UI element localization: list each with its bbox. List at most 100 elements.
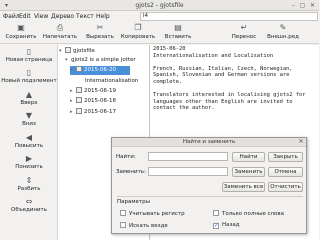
menu-text[interactable]: Текст [76, 13, 94, 20]
move-up-label: Вверх [20, 100, 38, 106]
toolbar: ▣ Сохранить ⎙ Напечатать ✂ Вырезать ❐ Ко… [0, 22, 319, 44]
tree-node[interactable]: ▸ 2015-06-17 [70, 108, 130, 117]
checkbox-box [120, 222, 126, 228]
wrap-button[interactable]: ↵ Перенос [226, 23, 262, 43]
tree-node-label: gjotsfile [73, 48, 95, 54]
close-button[interactable]: Закрыть [268, 152, 303, 162]
find-label: Найти: [116, 154, 136, 160]
tree-node-label: 2015-06-18 [84, 98, 116, 104]
menu-file[interactable]: Файл [3, 13, 20, 20]
replace-input[interactable] [148, 167, 228, 176]
maximize-icon[interactable]: ▢ [299, 2, 306, 9]
tree-node[interactable]: ▸ 2015-06-18 [70, 97, 130, 106]
node-icon [65, 47, 71, 53]
promote-icon: ◀ [25, 133, 33, 142]
external-editor-button[interactable]: ✎ Внешн.ред [262, 23, 304, 43]
cut-button[interactable]: ✂ Вырезать [82, 23, 118, 43]
new-page-label: Новая страница [5, 57, 53, 63]
save-icon: ▣ [17, 23, 25, 32]
promote-label: Повысить [14, 143, 44, 149]
wrap-label: Перенос [231, 34, 257, 40]
checkbox-box [213, 210, 219, 216]
tree-node[interactable]: ▸ 2015-06-19 [70, 87, 130, 96]
node-icon [76, 66, 82, 72]
tree-node[interactable]: Internationalisation [85, 77, 149, 86]
external-editor-icon: ✎ [279, 23, 287, 32]
whole-words-checkbox[interactable]: Только полные слова [213, 210, 284, 217]
menu-tree[interactable]: Дерево [51, 13, 74, 20]
new-child-button[interactable]: ▯ Новый подэлемент [0, 68, 58, 88]
demote-icon: ▶ [25, 154, 33, 163]
tree-actions-sidebar: ▯ Новая страница ▯ Новый подэлемент ▲ Вв… [0, 45, 58, 240]
match-case-checkbox[interactable]: Учитывать регистр [120, 210, 185, 217]
replace-label: Заменить: [116, 169, 146, 175]
demote-label: Понизить [15, 164, 43, 170]
save-label: Сохранить [5, 34, 37, 40]
copy-label: Копировать [120, 34, 156, 40]
window-titlebar: ▾ gjots2 - gjotsfile – ▢ ✕ [0, 0, 319, 11]
checkbox-box [120, 210, 126, 216]
print-label: Напечатать [42, 34, 78, 40]
tree-node-selected[interactable]: ▾ 2015-06-20 [70, 66, 130, 75]
up-icon: ▲ [25, 90, 33, 99]
tree-node[interactable]: ▾ gjotsfile [59, 47, 149, 56]
note-paragraph: French, Russian, Italian, Czech, Norwegi… [153, 65, 293, 85]
save-button[interactable]: ▣ Сохранить [2, 23, 40, 43]
minimize-icon[interactable]: – [290, 2, 297, 9]
paste-button[interactable]: ▤ Вставить [158, 23, 198, 43]
down-icon: ▼ [25, 111, 33, 120]
note-paragraph: Translators interested in localising gjo… [153, 92, 306, 112]
external-editor-label: Внешн.ред [267, 34, 299, 40]
merge-button[interactable]: ⇔ Объединить [0, 197, 58, 217]
print-button[interactable]: ⎙ Напечатать [40, 23, 80, 43]
search-input[interactable]: l4 [140, 12, 318, 21]
replace-all-button[interactable]: Заменить все [222, 182, 265, 192]
dialog-close-icon[interactable]: ✕ [298, 139, 304, 145]
split-icon: ⇕ [25, 176, 33, 185]
cancel-button[interactable]: Отмена [268, 167, 303, 177]
split-button[interactable]: ⇕ Разбить [0, 176, 58, 196]
merge-label: Объединить [11, 207, 47, 213]
node-icon [76, 108, 82, 114]
clear-button[interactable]: Отчистить [268, 182, 303, 192]
menu-edit[interactable]: Edit [19, 13, 31, 20]
copy-icon: ❐ [134, 23, 142, 32]
paste-label: Вставить [164, 34, 192, 40]
note-paragraph: 2015-06-20 Internationalisation and Loca… [153, 46, 274, 59]
options-group-label: Параметры [117, 199, 150, 205]
search-all-label: Искать везде [129, 223, 168, 229]
copy-button[interactable]: ❐ Копировать [117, 23, 159, 43]
menu-view[interactable]: View [34, 13, 48, 20]
menu-help[interactable]: Help [96, 13, 110, 20]
move-down-button[interactable]: ▼ Вниз [0, 111, 58, 131]
cut-label: Вырезать [86, 34, 114, 40]
options-group: Параметры Учитывать регистр Только полны… [117, 196, 303, 232]
tree-node-label: 2015-06-20 [84, 67, 116, 73]
backwards-label: Назад [222, 222, 240, 228]
tree-node-label: 2015-06-19 [84, 88, 116, 94]
checkmark-icon: ✓ [213, 222, 220, 229]
new-child-icon: ▯ [26, 68, 32, 77]
new-page-button[interactable]: ▯ Новая страница [0, 47, 58, 67]
new-page-icon: ▯ [26, 47, 32, 56]
node-icon [76, 97, 82, 103]
demote-button[interactable]: ▶ Понизить [0, 154, 58, 174]
whole-words-label: Только полные слова [222, 211, 284, 217]
node-icon [76, 87, 82, 93]
find-input[interactable] [148, 152, 228, 161]
find-button[interactable]: Найти [232, 152, 265, 162]
promote-button[interactable]: ◀ Повысить [0, 133, 58, 153]
backwards-checkbox[interactable]: ✓ Назад [213, 222, 240, 229]
tree-node[interactable]: ▾ gjots2 is a simple jotter [65, 56, 149, 65]
replace-button[interactable]: Заменить [232, 167, 265, 177]
move-down-label: Вниз [22, 121, 36, 127]
move-up-button[interactable]: ▲ Вверх [0, 90, 58, 110]
search-all-checkbox[interactable]: Искать везде [120, 222, 168, 229]
menu-bar: Файл Edit View Дерево Текст Help l4 [0, 11, 319, 22]
tree-node-label: 2015-06-17 [84, 109, 116, 115]
find-replace-dialog: Найти и заменить ✕ Найти: Найти Закрыть … [111, 137, 307, 234]
cut-icon: ✂ [96, 23, 104, 32]
close-icon[interactable]: ✕ [309, 2, 316, 9]
tree-node-label: gjots2 is a simple jotter [71, 57, 136, 63]
merge-icon: ⇔ [25, 197, 33, 206]
